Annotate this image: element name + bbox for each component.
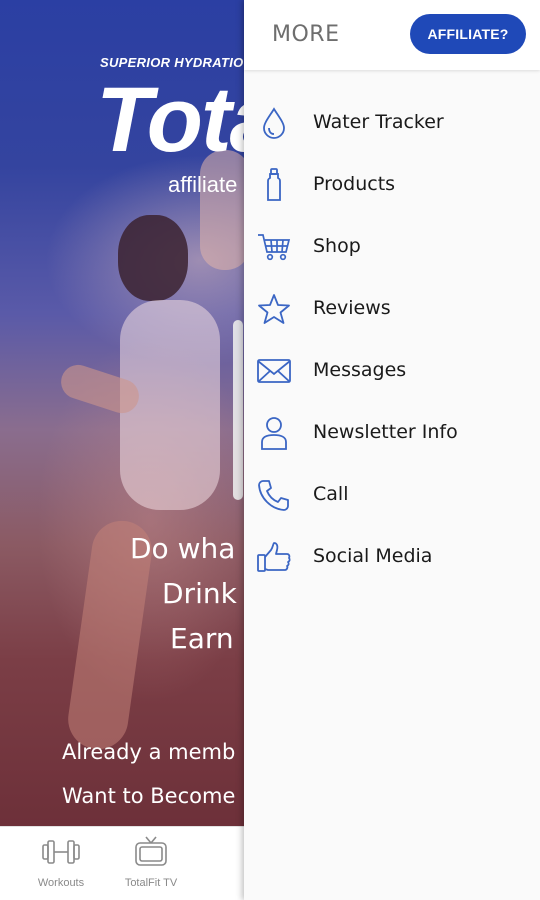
menu-item-label: Call bbox=[313, 483, 349, 505]
menu-item-label: Social Media bbox=[313, 545, 433, 567]
dumbbell-icon bbox=[42, 840, 80, 864]
menu-item-label: Reviews bbox=[313, 297, 391, 319]
hero-headline-line: Drink bbox=[162, 577, 237, 610]
brand-subtitle: affiliate bbox=[168, 172, 238, 197]
menu-item-products[interactable]: Products bbox=[244, 154, 540, 216]
menu-item-messages[interactable]: Messages bbox=[244, 340, 540, 402]
drawer-menu: Water Tracker Products Shop Reviews Mess… bbox=[244, 92, 540, 588]
affiliate-button[interactable]: AFFILIATE? bbox=[410, 14, 526, 54]
drawer-title: MORE bbox=[272, 22, 340, 47]
bottle-icon bbox=[256, 167, 292, 203]
person-icon bbox=[256, 415, 292, 451]
hero-headline-line: Do wha bbox=[130, 532, 236, 565]
menu-item-label: Products bbox=[313, 173, 396, 195]
runner-figure-head bbox=[118, 215, 188, 301]
shopping-cart-icon bbox=[256, 229, 292, 265]
hero-headline-line: Earn bbox=[170, 622, 234, 655]
envelope-icon bbox=[256, 353, 292, 389]
menu-item-reviews[interactable]: Reviews bbox=[244, 278, 540, 340]
thumbs-up-icon bbox=[256, 539, 292, 575]
menu-item-label: Water Tracker bbox=[313, 111, 444, 133]
drawer-header: MORE AFFILIATE? bbox=[244, 0, 540, 70]
tab-label: TotalFit TV bbox=[124, 877, 178, 889]
tv-icon bbox=[135, 836, 167, 866]
menu-item-call[interactable]: Call bbox=[244, 464, 540, 526]
tab-label: Workouts bbox=[37, 877, 85, 889]
tab-totalfit-tv[interactable]: TotalFit TV bbox=[111, 835, 191, 889]
menu-item-label: Messages bbox=[313, 359, 407, 381]
phone-icon bbox=[256, 477, 292, 513]
menu-item-newsletter-info[interactable]: Newsletter Info bbox=[244, 402, 540, 464]
menu-item-label: Newsletter Info bbox=[313, 421, 458, 443]
side-drawer: MORE AFFILIATE? Water Tracker Products S… bbox=[244, 0, 540, 900]
menu-item-shop[interactable]: Shop bbox=[244, 216, 540, 278]
member-login-link[interactable]: Already a memb bbox=[62, 740, 235, 764]
menu-item-label: Shop bbox=[313, 235, 361, 257]
water-drop-icon bbox=[256, 105, 292, 141]
menu-item-social-media[interactable]: Social Media bbox=[244, 526, 540, 588]
drawer-drag-handle[interactable] bbox=[233, 320, 243, 500]
star-icon bbox=[256, 291, 292, 327]
tab-workouts[interactable]: Workouts bbox=[21, 835, 101, 889]
become-affiliate-link[interactable]: Want to Become bbox=[62, 784, 235, 808]
menu-item-water-tracker[interactable]: Water Tracker bbox=[244, 92, 540, 154]
